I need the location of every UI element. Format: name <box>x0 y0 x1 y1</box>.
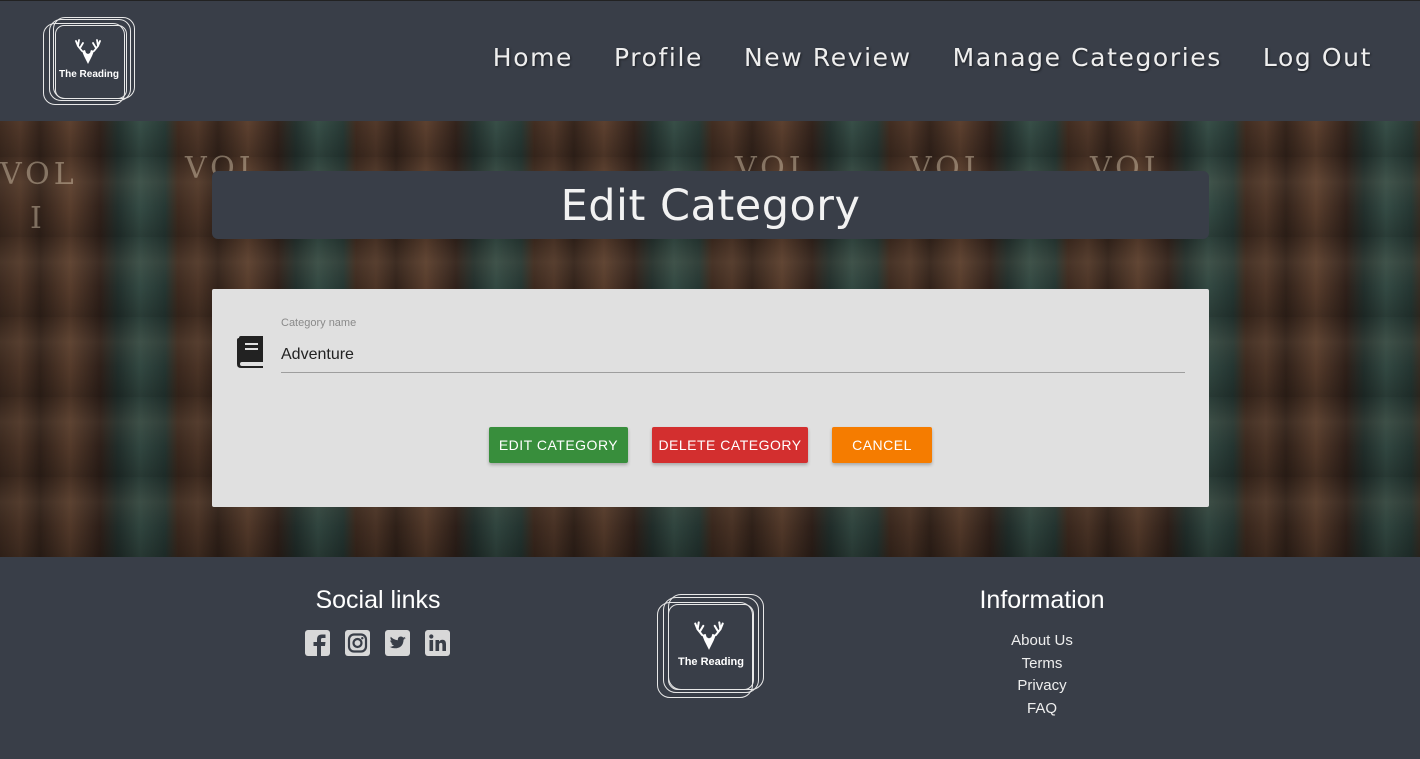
terms-link[interactable]: Terms <box>942 655 1142 674</box>
facebook-icon[interactable] <box>304 629 331 657</box>
about-us-link[interactable]: About Us <box>942 632 1142 651</box>
delete-category-button[interactable]: Delete Category <box>652 427 808 463</box>
faq-link[interactable]: FAQ <box>942 700 1142 719</box>
cancel-button[interactable]: Cancel <box>832 427 932 463</box>
information-links: About Us Terms Privacy FAQ <box>942 632 1142 718</box>
category-name-input[interactable] <box>281 338 1185 373</box>
social-icons <box>304 629 451 657</box>
twitter-icon[interactable] <box>384 629 411 657</box>
book-spine-text: I <box>30 201 46 236</box>
brand-name: The Reading <box>58 69 119 80</box>
stag-icon <box>75 39 101 64</box>
book-icon <box>237 336 263 368</box>
privacy-link[interactable]: Privacy <box>942 677 1142 696</box>
page-title: Edit Category <box>560 181 861 231</box>
hero-background: VOL I VOL VOL VOL VOL Edit Category Cate… <box>0 121 1420 557</box>
instagram-icon[interactable] <box>344 629 371 657</box>
edit-category-form: Category name Edit Category Delete Categ… <box>212 289 1209 507</box>
nav-manage-categories[interactable]: Manage Categories <box>953 43 1222 72</box>
nav-log-out[interactable]: Log Out <box>1263 43 1372 72</box>
page-title-box: Edit Category <box>212 171 1209 239</box>
edit-category-button[interactable]: Edit Category <box>489 427 628 463</box>
information-title: Information <box>979 586 1105 614</box>
social-links-title: Social links <box>315 586 441 614</box>
book-spine-text: VOL <box>0 157 78 192</box>
footer: Social links The Reading Information Abo… <box>0 557 1420 759</box>
stag-icon <box>694 621 724 650</box>
nav-new-review[interactable]: New Review <box>744 43 912 72</box>
nav-home[interactable]: Home <box>493 43 573 72</box>
main-nav: Home Profile New Review Manage Categorie… <box>493 43 1372 72</box>
footer-logo[interactable]: The Reading <box>657 594 765 700</box>
navbar: The Reading Home Profile New Review Mana… <box>0 0 1420 122</box>
nav-profile[interactable]: Profile <box>614 43 703 72</box>
footer-brand-name: The Reading <box>677 656 744 668</box>
category-name-label: Category name <box>281 317 357 329</box>
linkedin-icon[interactable] <box>424 629 451 657</box>
brand-logo[interactable]: The Reading <box>43 17 135 107</box>
